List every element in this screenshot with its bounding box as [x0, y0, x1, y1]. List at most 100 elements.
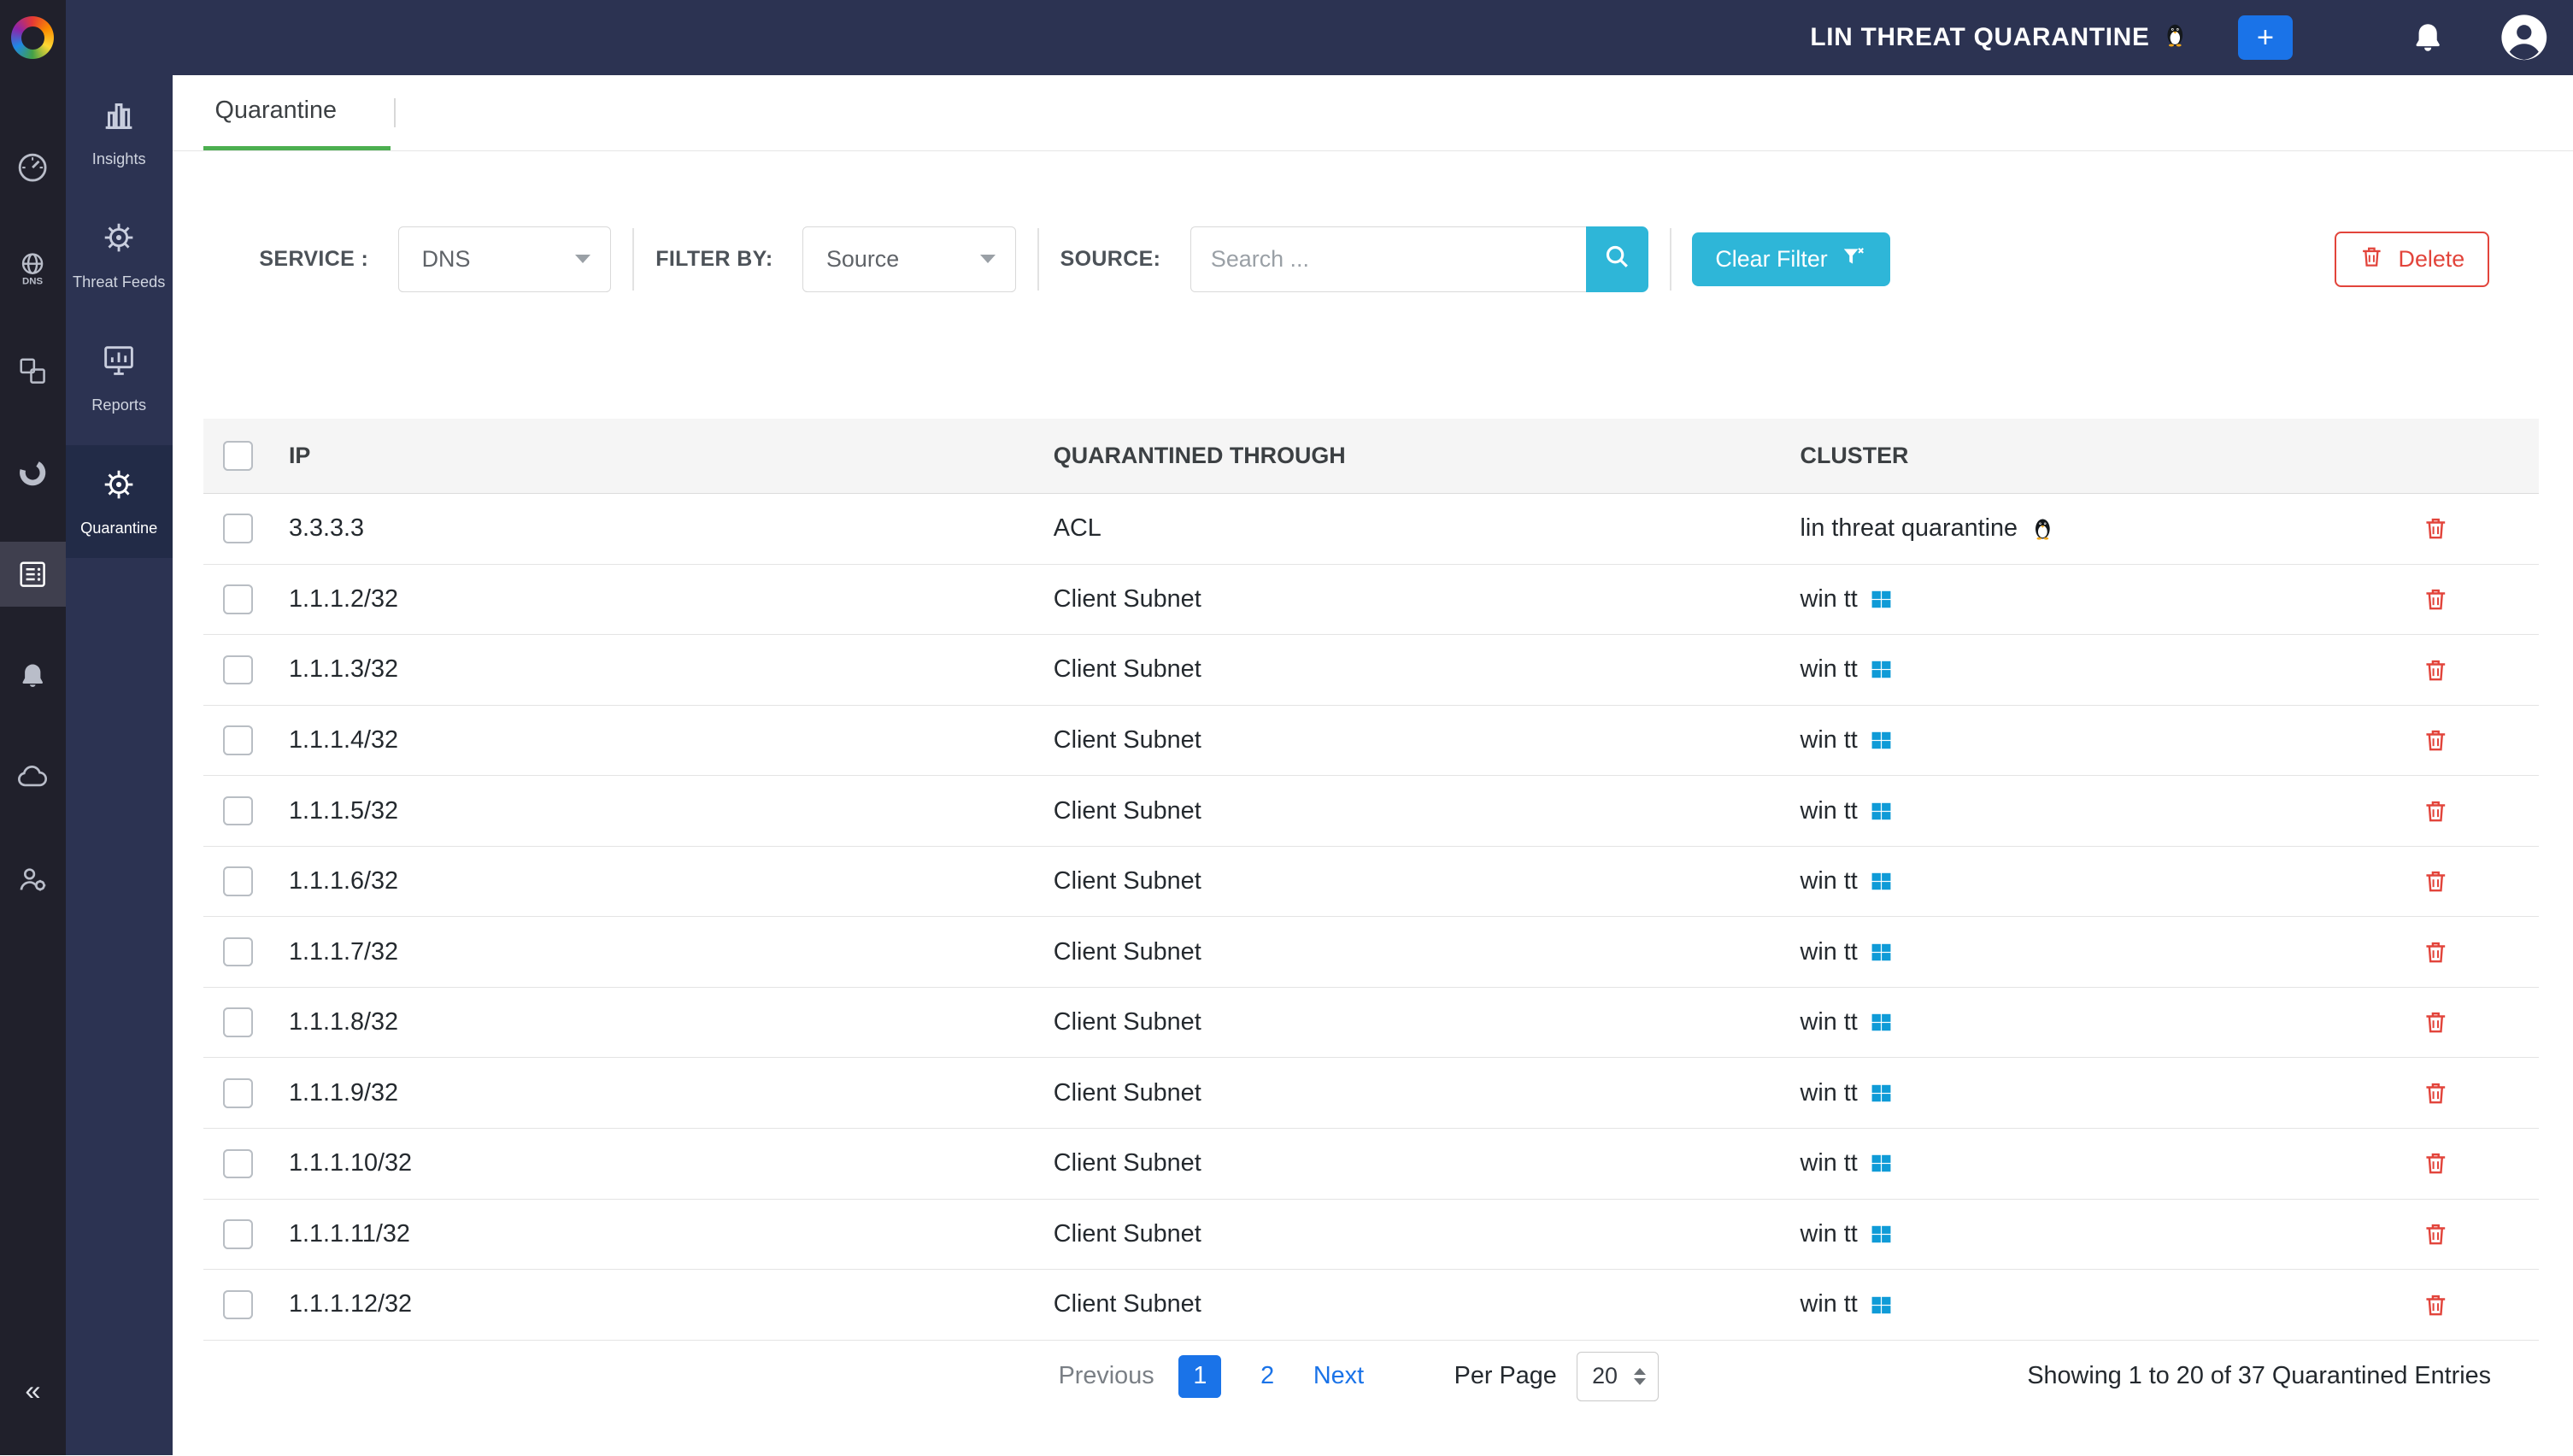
row-delete-button[interactable]: [2419, 723, 2453, 757]
app-logo[interactable]: [0, 0, 66, 75]
table-header-row: IP QUARANTINED THROUGH CLUSTER: [203, 419, 2539, 494]
row-delete-button[interactable]: [2419, 864, 2453, 898]
next-page-button[interactable]: Next: [1313, 1362, 1364, 1390]
windows-icon: [1869, 869, 1894, 894]
row-cluster-text: win tt: [1801, 1290, 1858, 1318]
row-quarantined-through: Client Subnet: [1050, 1290, 1797, 1318]
row-ip: 1.1.1.8/32: [285, 1008, 1050, 1036]
source-label: SOURCE:: [1060, 247, 1161, 272]
row-delete-button[interactable]: [2419, 1076, 2453, 1110]
per-page-value: 20: [1592, 1363, 1618, 1389]
table-body: 3.3.3.3 ACL lin threat quarantine 1.1.1.…: [203, 494, 2539, 1341]
donut-chart-icon[interactable]: [0, 440, 66, 506]
row-delete-button[interactable]: [2419, 1288, 2453, 1322]
user-avatar[interactable]: [2500, 13, 2549, 62]
sidebar-item-label: Reports: [91, 396, 146, 415]
row-delete-button[interactable]: [2419, 582, 2453, 616]
row-quarantined-through: Client Subnet: [1050, 1008, 1797, 1036]
row-checkbox[interactable]: [223, 655, 253, 685]
row-ip: 1.1.1.3/32: [285, 655, 1050, 684]
page-button-2[interactable]: 2: [1246, 1355, 1289, 1398]
frames-icon[interactable]: [0, 338, 66, 404]
row-checkbox[interactable]: [223, 796, 253, 826]
per-page-select[interactable]: 20: [1577, 1352, 1659, 1401]
row-checkbox[interactable]: [223, 937, 253, 967]
module-sidebar: Insights Threat Feeds Reports Quarantine: [66, 75, 173, 1455]
delete-button-label: Delete: [2399, 246, 2465, 273]
row-ip: 1.1.1.10/32: [285, 1149, 1050, 1177]
windows-icon: [1869, 940, 1894, 965]
sidebar-item-reports[interactable]: Reports: [66, 321, 173, 435]
table-row: 1.1.1.11/32 Client Subnet win tt: [203, 1200, 2539, 1271]
tab-quarantine[interactable]: Quarantine: [203, 75, 391, 150]
row-checkbox[interactable]: [223, 1149, 253, 1179]
sidebar-item-threat-feeds[interactable]: Threat Feeds: [66, 198, 173, 312]
row-delete-button[interactable]: [2419, 1147, 2453, 1181]
icon-rail: DNS «: [0, 0, 66, 1455]
bar-chart-icon: [99, 95, 138, 141]
table-row: 3.3.3.3 ACL lin threat quarantine: [203, 494, 2539, 565]
row-checkbox[interactable]: [223, 725, 253, 755]
row-ip: 1.1.1.6/32: [285, 867, 1050, 895]
bell-icon[interactable]: [0, 643, 66, 709]
row-delete-button[interactable]: [2419, 653, 2453, 687]
row-delete-button[interactable]: [2419, 1217, 2453, 1251]
table-row: 1.1.1.12/32 Client Subnet win tt: [203, 1270, 2539, 1341]
row-checkbox[interactable]: [223, 1078, 253, 1108]
row-delete-button[interactable]: [2419, 512, 2453, 546]
row-quarantined-through: Client Subnet: [1050, 1220, 1797, 1248]
notifications-bell-icon[interactable]: [2411, 21, 2445, 55]
row-cluster-text: win tt: [1801, 1079, 1858, 1107]
svg-text:DNS: DNS: [22, 276, 43, 286]
filter-by-label: FILTER BY:: [655, 247, 772, 272]
row-checkbox[interactable]: [223, 514, 253, 543]
row-checkbox[interactable]: [223, 1219, 253, 1249]
table-row: 1.1.1.7/32 Client Subnet win tt: [203, 917, 2539, 988]
collapse-sidebar-button[interactable]: «: [0, 1374, 66, 1406]
row-delete-button[interactable]: [2419, 935, 2453, 969]
filter-by-select[interactable]: Source: [802, 226, 1016, 292]
row-checkbox[interactable]: [223, 866, 253, 896]
row-quarantined-through: Client Subnet: [1050, 585, 1797, 614]
topbar-title-text: LIN THREAT QUARANTINE: [1810, 23, 2149, 52]
source-search-input[interactable]: [1190, 226, 1586, 292]
windows-icon: [1869, 1010, 1894, 1035]
dns-globe-icon[interactable]: DNS: [0, 236, 66, 302]
page-button-1[interactable]: 1: [1178, 1355, 1221, 1398]
dashboard-gauge-icon[interactable]: [0, 134, 66, 200]
row-cluster-text: win tt: [1801, 1220, 1858, 1248]
row-cluster-text: win tt: [1801, 655, 1858, 684]
row-delete-button[interactable]: [2419, 794, 2453, 828]
server-list-icon[interactable]: [0, 542, 66, 608]
filter-divider: [1670, 228, 1671, 291]
select-all-checkbox[interactable]: [223, 441, 253, 471]
filter-divider: [632, 228, 634, 291]
service-select[interactable]: DNS: [398, 226, 612, 292]
per-page-label: Per Page: [1454, 1362, 1557, 1390]
previous-page-button[interactable]: Previous: [1059, 1362, 1154, 1390]
row-checkbox[interactable]: [223, 584, 253, 614]
header-cluster: CLUSTER: [1797, 443, 2364, 469]
row-ip: 1.1.1.4/32: [285, 726, 1050, 754]
table-row: 1.1.1.2/32 Client Subnet win tt: [203, 565, 2539, 636]
row-checkbox[interactable]: [223, 1007, 253, 1037]
search-button[interactable]: [1586, 226, 1648, 292]
source-search: [1190, 226, 1648, 292]
row-cluster-text: win tt: [1801, 585, 1858, 614]
delete-selected-button[interactable]: Delete: [2335, 232, 2490, 287]
windows-icon: [1869, 1222, 1894, 1247]
clear-filter-button[interactable]: Clear Filter: [1692, 232, 1889, 286]
row-ip: 1.1.1.2/32: [285, 585, 1050, 614]
user-gear-icon[interactable]: [0, 847, 66, 913]
row-quarantined-through: Client Subnet: [1050, 1079, 1797, 1107]
sidebar-item-quarantine[interactable]: Quarantine: [66, 445, 173, 559]
windows-icon: [1869, 657, 1894, 682]
report-chart-icon: [99, 341, 138, 387]
cloud-icon[interactable]: [0, 745, 66, 811]
row-cluster-text: win tt: [1801, 867, 1858, 895]
row-checkbox[interactable]: [223, 1290, 253, 1320]
sidebar-item-insights[interactable]: Insights: [66, 75, 173, 189]
row-quarantined-through: Client Subnet: [1050, 1149, 1797, 1177]
add-button[interactable]: +: [2238, 15, 2292, 60]
row-delete-button[interactable]: [2419, 1006, 2453, 1040]
